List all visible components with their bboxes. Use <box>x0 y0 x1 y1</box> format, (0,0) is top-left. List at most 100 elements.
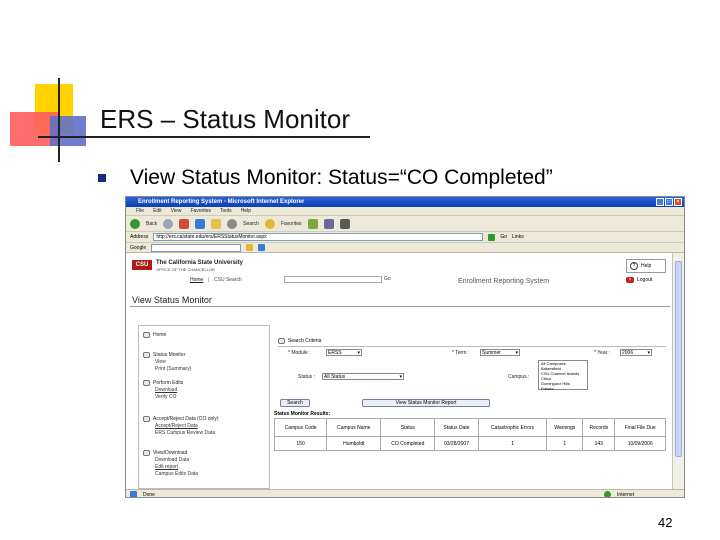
sidebar-item-label: Home <box>153 332 167 338</box>
back-button-label[interactable]: Back <box>146 221 157 227</box>
back-arrow-icon[interactable] <box>130 218 140 229</box>
browser-screenshot: Enrollment Reporting System - Microsoft … <box>125 196 685 498</box>
page-content: CSU The California State University OFFI… <box>126 253 674 489</box>
nav-home-link[interactable]: Home <box>190 277 203 283</box>
sidebar-item-label: Status Monitor <box>153 352 186 358</box>
menu-tools[interactable]: Tools <box>220 208 232 214</box>
page-number: 42 <box>658 515 673 530</box>
sidebar-item-status-monitor[interactable]: Status Monitor <box>143 352 185 358</box>
help-button[interactable]: ? Help <box>626 259 666 273</box>
column-header: Campus Code <box>273 418 328 437</box>
close-icon[interactable]: × <box>674 198 682 206</box>
nav-csu-search-link[interactable]: CSU Search <box>214 277 242 283</box>
menu-file[interactable]: File <box>136 208 144 214</box>
cell-campus-code: 150 <box>273 436 328 451</box>
sidebar-item-perform-edits[interactable]: Perform Edits <box>143 380 183 386</box>
site-go-button[interactable]: Go <box>384 276 391 282</box>
criteria-divider <box>278 346 666 347</box>
sidebar-subitem-view[interactable]: View <box>155 359 166 365</box>
sidebar-subitem-campus-review[interactable]: ERS Campus Review Data <box>155 430 215 436</box>
google-search-input[interactable] <box>151 243 242 252</box>
go-button-label[interactable]: Go <box>500 234 507 240</box>
home-icon <box>143 332 150 338</box>
column-header: Final File Due <box>614 418 666 437</box>
vertical-scrollbar[interactable] <box>672 253 684 489</box>
column-header: Campus Name <box>326 418 382 437</box>
toolbar-extra-icon[interactable] <box>246 244 254 251</box>
slide-title: ERS – Status Monitor <box>100 104 350 134</box>
campus-option[interactable]: Fresno <box>541 386 587 391</box>
minimize-icon[interactable]: _ <box>656 198 664 206</box>
menu-edit[interactable]: Edit <box>153 208 162 214</box>
site-search-input[interactable] <box>284 276 382 283</box>
favorites-button-label[interactable]: Favorites <box>281 221 302 227</box>
refresh-icon[interactable] <box>195 218 206 229</box>
page-heading: View Status Monitor <box>132 295 212 305</box>
links-label[interactable]: Links <box>512 234 524 240</box>
sidebar-item-home[interactable]: Home <box>143 332 166 338</box>
address-input[interactable]: http://ers.calstate.edu/ers/ERSStatusMon… <box>153 233 484 241</box>
print-icon[interactable] <box>339 218 350 229</box>
status-label: Status : <box>298 374 315 380</box>
csu-logo: CSU <box>132 260 152 270</box>
scrollbar-thumb[interactable] <box>675 261 682 457</box>
decor-horizontal-rule <box>38 136 370 138</box>
window-title: Enrollment Reporting System - Microsoft … <box>138 199 305 205</box>
maximize-icon[interactable]: □ <box>665 198 673 206</box>
sidebar-subitem-download-data[interactable]: Download Data <box>155 457 189 463</box>
cell-status-date: 03/28/2007 <box>434 436 479 451</box>
sidebar-item-label: View/Download <box>153 450 188 456</box>
mail-icon[interactable] <box>323 218 334 229</box>
status-left-text: Done <box>143 491 155 498</box>
browser-status-bar: Done Internet <box>126 489 684 498</box>
table-row[interactable]: 150 Humboldt CO Completed 03/28/2007 1 1… <box>273 436 666 451</box>
term-select[interactable]: Summer <box>480 349 520 356</box>
google-label: Google <box>130 244 147 251</box>
decor-vertical-rule <box>58 78 60 162</box>
column-header: Status Date <box>434 418 479 437</box>
cell-final-file-due: 10/09/2006 <box>614 436 666 451</box>
menu-help[interactable]: Help <box>241 208 251 214</box>
sidebar-subitem-print-summary[interactable]: Print (Summary) <box>155 366 191 372</box>
cell-status: CO Completed <box>380 436 436 451</box>
media-icon[interactable] <box>307 218 318 229</box>
sidebar-subitem-download[interactable]: Download <box>155 387 177 393</box>
search-button[interactable]: Search <box>280 399 310 407</box>
bullet-text: View Status Monitor: Status=“CO Complete… <box>130 166 553 189</box>
collapse-icon <box>278 338 285 344</box>
menu-view[interactable]: View <box>171 208 182 214</box>
year-label: * Year : <box>594 350 611 356</box>
cell-records: 143 <box>582 436 616 451</box>
year-select[interactable]: 2006 <box>620 349 652 356</box>
sidebar-subitem-campus-edits[interactable]: Campus Edits Data <box>155 471 198 477</box>
status-right-text: Internet <box>617 491 634 498</box>
sidebar-subitem-edit-report[interactable]: Edit report <box>155 464 178 470</box>
column-header: Records <box>582 418 616 437</box>
sidebar-subitem-verify-co[interactable]: Verify CO <box>155 394 176 400</box>
bullet-square-icon <box>98 174 106 182</box>
home-icon[interactable] <box>211 218 222 229</box>
help-label: Help <box>641 263 652 269</box>
sidebar-item-view-download[interactable]: View/Download <box>143 450 187 456</box>
go-arrow-icon[interactable] <box>488 233 496 241</box>
column-header: Catastrophic Errors <box>477 418 548 437</box>
status-select[interactable]: All Status <box>322 373 404 380</box>
search-criteria-header[interactable]: Search Criteria <box>278 338 321 344</box>
module-label: * Module : <box>288 350 311 356</box>
table-header-row: Campus Code Campus Name Status Status Da… <box>273 418 666 437</box>
logout-icon: × <box>626 277 634 283</box>
toolbar-extra-icon-2[interactable] <box>258 244 266 251</box>
menu-favorites[interactable]: Favorites <box>190 208 211 214</box>
sidebar-subitem-accept-reject-data[interactable]: Accept/Reject Data <box>155 423 198 429</box>
logout-button[interactable]: × Logout <box>626 277 652 283</box>
search-button-label[interactable]: Search <box>243 221 259 227</box>
campus-listbox[interactable]: All Campuses Bakersfield CSU Channel Isl… <box>538 360 588 391</box>
module-select[interactable]: ERSS <box>326 349 362 356</box>
internet-zone-icon <box>604 491 612 497</box>
view-report-button[interactable]: View Status Monitor Report <box>362 399 490 407</box>
stop-icon[interactable] <box>179 218 190 229</box>
sidebar-item-accept-reject[interactable]: Accept/Reject Data (CO only) <box>143 416 219 422</box>
forward-arrow-icon[interactable] <box>163 218 174 229</box>
search-icon[interactable] <box>227 218 238 229</box>
favorites-star-icon[interactable] <box>264 218 275 229</box>
